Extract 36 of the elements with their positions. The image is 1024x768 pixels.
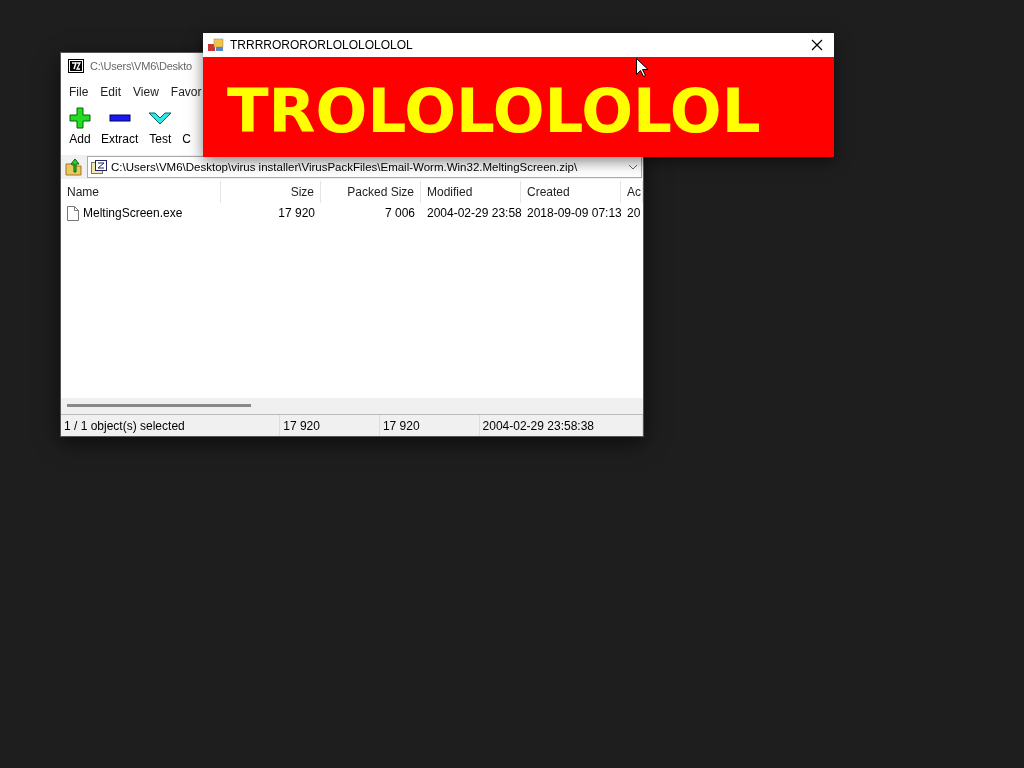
toolbar-button[interactable]: C bbox=[178, 105, 195, 148]
app-logo-icon bbox=[68, 59, 84, 73]
scrollbar-thumb[interactable] bbox=[67, 404, 251, 408]
column-header[interactable]: Size bbox=[221, 181, 321, 203]
mouse-cursor-icon bbox=[636, 58, 648, 77]
table-cell-text: 2004-02-29 23:58 bbox=[426, 205, 521, 222]
column-header[interactable]: Packed Size bbox=[321, 181, 421, 203]
archive-icon bbox=[91, 160, 107, 174]
toolbar-button[interactable]: Add bbox=[65, 105, 95, 148]
menu-item[interactable]: Edit bbox=[94, 85, 128, 99]
status-text: 17 920 bbox=[280, 415, 380, 436]
column-header[interactable]: Created bbox=[521, 181, 621, 203]
table-cell-text: 2018-09-09 07:13 bbox=[526, 205, 621, 222]
column-header[interactable]: Modified bbox=[421, 181, 521, 203]
window-title: C:\Users\VM6\Deskto bbox=[90, 60, 192, 72]
toolbar-button[interactable]: Test bbox=[144, 105, 177, 148]
address-field[interactable]: C:\Users\VM6\Desktop\virus installer\VirusPackFiles\Email-Worm.Win32.MeltingScreen.zip\ bbox=[87, 156, 642, 178]
up-folder-icon[interactable] bbox=[65, 158, 83, 176]
table-cell: MeltingScreen.exe bbox=[83, 206, 183, 220]
table-cell-text: 20 bbox=[626, 205, 642, 222]
window-app-icon bbox=[208, 38, 224, 52]
menu-item[interactable]: View bbox=[127, 85, 165, 99]
file-icon bbox=[67, 205, 79, 221]
close-icon bbox=[811, 39, 823, 51]
status-text: 17 920 bbox=[379, 415, 480, 436]
toolbar-button[interactable]: Extract bbox=[97, 105, 143, 148]
window-title: TRRRRORORORLOLOLOLOLOL bbox=[230, 38, 414, 52]
status-text: 2004-02-29 23:58:38 bbox=[479, 415, 643, 436]
table-cell-text: 7 006 bbox=[383, 205, 416, 222]
column-header[interactable]: Ac bbox=[621, 181, 643, 203]
plus-icon bbox=[69, 107, 91, 129]
column-header[interactable]: Name bbox=[61, 181, 221, 203]
status-text: 1 / 1 object(s) selected bbox=[61, 415, 281, 436]
menu-item[interactable]: File bbox=[63, 85, 95, 99]
table-cell-text: 17 920 bbox=[277, 205, 316, 222]
message-text: TROLOLOLOLOL bbox=[227, 85, 761, 137]
